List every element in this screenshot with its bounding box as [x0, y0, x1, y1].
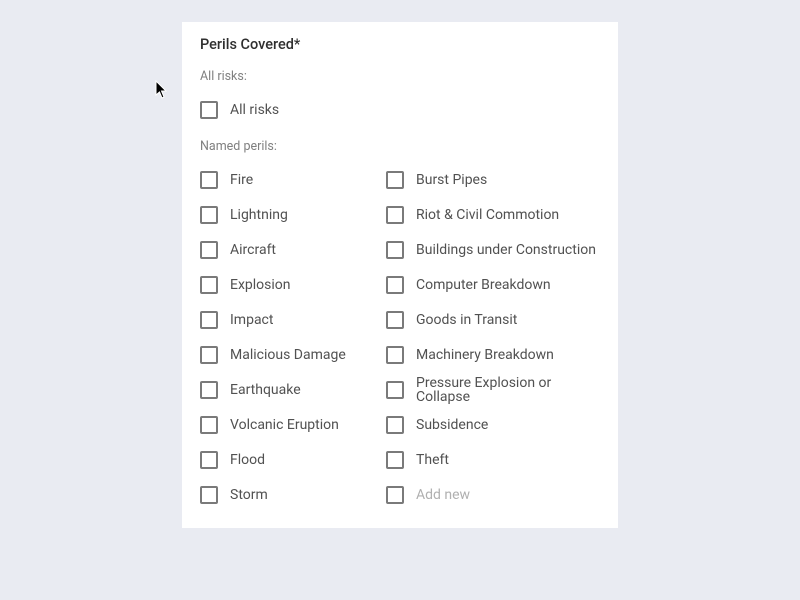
peril-row[interactable]: Riot & Civil Commotion [386, 197, 596, 232]
peril-checkbox[interactable] [200, 451, 218, 469]
named-perils-subheader: Named perils: [200, 139, 600, 154]
peril-row[interactable]: Impact [200, 302, 378, 337]
perils-col-right: Burst Pipes Riot & Civil Commotion Build… [386, 162, 596, 512]
peril-checkbox[interactable] [200, 241, 218, 259]
peril-label: Buildings under Construction [416, 243, 596, 257]
peril-row[interactable]: Goods in Transit [386, 302, 596, 337]
peril-row[interactable]: Flood [200, 442, 378, 477]
peril-row[interactable]: Explosion [200, 267, 378, 302]
peril-label: Earthquake [230, 383, 301, 397]
peril-row[interactable]: Storm [200, 477, 378, 512]
peril-label: Flood [230, 453, 265, 467]
cursor-icon [155, 80, 169, 100]
all-risks-row[interactable]: All risks [200, 92, 600, 127]
peril-label: Impact [230, 313, 273, 327]
all-risks-label: All risks [230, 103, 279, 117]
peril-label: Volcanic Eruption [230, 418, 339, 432]
section-title: Perils Covered* [200, 36, 600, 53]
peril-label: Pressure Explosion or Collapse [416, 376, 596, 404]
peril-label: Explosion [230, 278, 291, 292]
all-risks-checkbox[interactable] [200, 101, 218, 119]
peril-row[interactable]: Pressure Explosion or Collapse [386, 372, 596, 407]
peril-row[interactable]: Buildings under Construction [386, 232, 596, 267]
peril-row[interactable]: Volcanic Eruption [200, 407, 378, 442]
peril-row[interactable]: Subsidence [386, 407, 596, 442]
peril-label: Riot & Civil Commotion [416, 208, 559, 222]
peril-checkbox[interactable] [200, 416, 218, 434]
perils-columns: Fire Lightning Aircraft Explosion Impact… [200, 162, 600, 512]
peril-checkbox[interactable] [386, 381, 404, 399]
peril-checkbox[interactable] [200, 346, 218, 364]
peril-checkbox[interactable] [386, 416, 404, 434]
peril-label: Burst Pipes [416, 173, 487, 187]
perils-col-left: Fire Lightning Aircraft Explosion Impact… [200, 162, 378, 512]
peril-checkbox[interactable] [200, 486, 218, 504]
all-risks-subheader: All risks: [200, 69, 600, 84]
peril-checkbox[interactable] [200, 381, 218, 399]
perils-card: Perils Covered* All risks: All risks Nam… [182, 22, 618, 528]
peril-row[interactable]: Earthquake [200, 372, 378, 407]
peril-row[interactable]: Theft [386, 442, 596, 477]
peril-checkbox[interactable] [386, 241, 404, 259]
peril-checkbox[interactable] [200, 311, 218, 329]
peril-checkbox[interactable] [386, 311, 404, 329]
peril-checkbox[interactable] [386, 171, 404, 189]
add-new-label[interactable]: Add new [416, 488, 470, 502]
peril-label: Subsidence [416, 418, 488, 432]
peril-label: Theft [416, 453, 449, 467]
peril-label: Fire [230, 173, 253, 187]
peril-label: Storm [230, 488, 268, 502]
peril-row[interactable]: Fire [200, 162, 378, 197]
add-new-checkbox[interactable] [386, 486, 404, 504]
peril-checkbox[interactable] [386, 451, 404, 469]
peril-checkbox[interactable] [386, 206, 404, 224]
add-new-row[interactable]: Add new [386, 477, 596, 512]
peril-label: Malicious Damage [230, 348, 346, 362]
peril-row[interactable]: Aircraft [200, 232, 378, 267]
peril-label: Machinery Breakdown [416, 348, 554, 362]
peril-label: Lightning [230, 208, 288, 222]
peril-label: Goods in Transit [416, 313, 517, 327]
peril-checkbox[interactable] [200, 276, 218, 294]
peril-label: Aircraft [230, 243, 276, 257]
peril-checkbox[interactable] [386, 346, 404, 364]
peril-checkbox[interactable] [200, 206, 218, 224]
peril-label: Computer Breakdown [416, 278, 551, 292]
peril-row[interactable]: Machinery Breakdown [386, 337, 596, 372]
peril-row[interactable]: Malicious Damage [200, 337, 378, 372]
peril-row[interactable]: Burst Pipes [386, 162, 596, 197]
peril-checkbox[interactable] [200, 171, 218, 189]
peril-row[interactable]: Computer Breakdown [386, 267, 596, 302]
peril-row[interactable]: Lightning [200, 197, 378, 232]
peril-checkbox[interactable] [386, 276, 404, 294]
